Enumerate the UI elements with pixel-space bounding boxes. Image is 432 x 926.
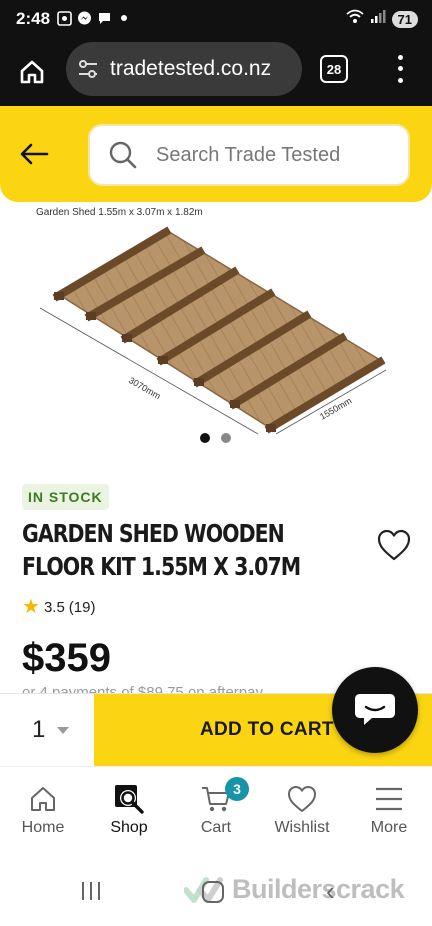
nav-shop[interactable]: Shop (86, 783, 172, 837)
quantity-value: 1 (32, 716, 46, 743)
rating-value: 3.5 (43, 598, 65, 616)
messenger-icon (76, 10, 92, 26)
search-input[interactable] (156, 143, 376, 167)
nav-home[interactable]: Home (0, 783, 86, 837)
battery-indicator: 71 (391, 10, 418, 28)
nav-shop-label: Shop (110, 819, 148, 836)
nav-more[interactable]: More (346, 783, 432, 837)
back-button[interactable] (18, 140, 50, 168)
site-header (0, 106, 432, 202)
chat-notification-icon (96, 10, 112, 26)
product-image-gallery[interactable]: Garden Shed 1.55m x 3.07m x 1.82m 3070mm… (0, 202, 432, 452)
chat-button[interactable] (332, 667, 418, 753)
system-status-icons: 71 (345, 9, 418, 29)
tab-switcher-button[interactable]: 28 (320, 55, 348, 83)
nav-wishlist-label: Wishlist (274, 819, 330, 836)
heart-outline-icon (377, 529, 411, 561)
signal-icon (370, 9, 386, 29)
cart-count-badge: 3 (225, 777, 249, 801)
browser-home-button[interactable] (14, 54, 50, 90)
search-box[interactable] (88, 124, 410, 186)
arrow-left-icon (20, 143, 49, 165)
system-back-button[interactable]: ‹ (326, 878, 335, 904)
recent-bar (98, 882, 100, 900)
nav-wishlist[interactable]: Wishlist (259, 783, 345, 837)
quantity-select[interactable]: 1 (0, 694, 94, 766)
product-rating[interactable]: ★ 3.5 (19) (22, 597, 95, 617)
status-time: 2:48 (16, 9, 51, 28)
caret-down-icon (57, 726, 70, 734)
length-dimension-label: 3070mm (127, 375, 162, 401)
product-price: $359 (22, 636, 111, 680)
home-icon (20, 60, 44, 84)
add-to-wishlist-button[interactable] (376, 528, 412, 562)
watermark-text: Builderscrack (232, 874, 405, 904)
nav-home-label: Home (21, 819, 65, 836)
review-count: (19) (68, 598, 96, 616)
address-bar[interactable]: tradetested.co.nz (66, 42, 302, 96)
system-home-button[interactable] (202, 881, 224, 903)
carousel-dot-2[interactable] (221, 433, 231, 443)
carousel-indicator (200, 433, 231, 443)
recent-bar (82, 882, 84, 900)
browser-menu-button[interactable] (388, 52, 412, 86)
menu-dot (397, 66, 403, 72)
url-text: tradetested.co.nz (110, 57, 272, 80)
nav-more-label: More (370, 819, 408, 836)
nav-cart-label: Cart (200, 819, 232, 836)
status-bar: 2:48 71 (0, 0, 432, 38)
more-notifications-dot-icon (116, 10, 132, 26)
bottom-navigation: Home Shop 3 Cart Wishlist More (0, 766, 432, 850)
notification-icons (56, 10, 132, 26)
system-navigation-bar: Builderscrack ‹ (0, 850, 432, 926)
recent-apps-button[interactable] (82, 882, 100, 900)
shed-floor-kit-image: 3070mm 1550mm (39, 226, 387, 435)
site-settings-icon[interactable] (76, 57, 100, 81)
stock-badge: IN STOCK (22, 484, 109, 510)
search-icon (108, 140, 138, 170)
hamburger-icon (373, 783, 405, 815)
home-icon (27, 783, 59, 815)
browser-toolbar: tradetested.co.nz 28 (0, 38, 432, 106)
nav-cart[interactable]: 3 Cart (173, 777, 259, 837)
screenshot-icon (56, 10, 72, 26)
menu-dot (397, 55, 403, 61)
carousel-dot-1[interactable] (200, 433, 210, 443)
menu-dot (397, 77, 403, 83)
product-title: GARDEN SHED WOODEN FLOOR KIT 1.55M X 3.0… (22, 519, 301, 581)
image-caption: Garden Shed 1.55m x 3.07m x 1.82m (36, 207, 203, 218)
wifi-icon (345, 9, 364, 29)
recent-bar (90, 882, 92, 900)
chat-bubble-icon (355, 694, 395, 725)
heart-icon (286, 783, 318, 815)
shop-icon (113, 783, 145, 815)
star-icon: ★ (22, 596, 40, 618)
